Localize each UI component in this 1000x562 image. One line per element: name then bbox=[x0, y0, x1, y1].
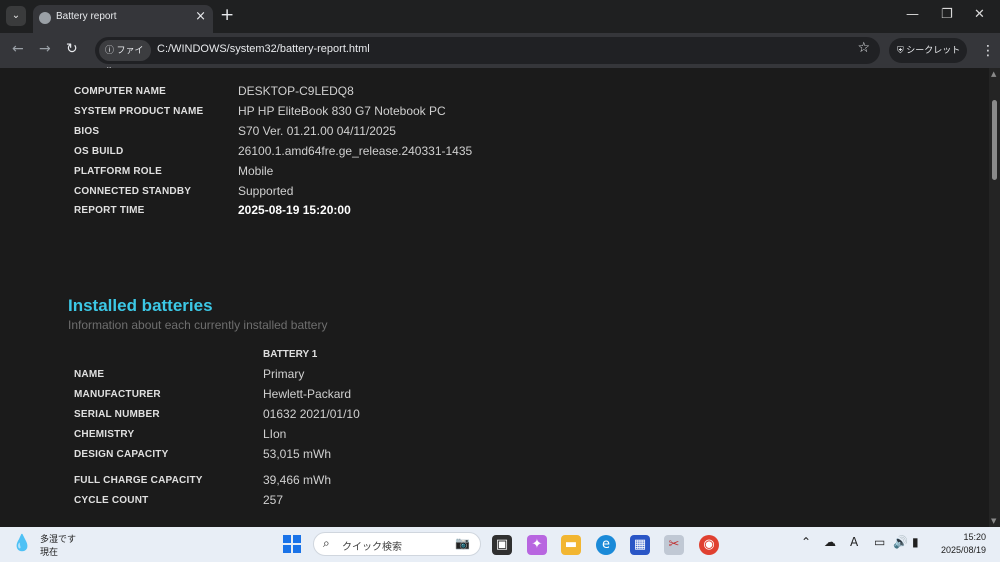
row-label: FULL CHARGE CAPACITY bbox=[74, 475, 203, 486]
row-label: NAME bbox=[74, 369, 105, 380]
clock-time[interactable]: 15:20 bbox=[963, 532, 986, 542]
minimize-button[interactable]: — bbox=[906, 7, 919, 22]
battery-icon[interactable]: ▮ bbox=[912, 535, 919, 549]
incognito-label: シークレット bbox=[906, 45, 961, 55]
scroll-up-icon[interactable]: ▲ bbox=[991, 70, 996, 78]
site-info-chip[interactable]: ⓘ ファイル bbox=[99, 40, 151, 76]
search-icon: ⌕ bbox=[323, 536, 330, 550]
row-value: 39,466 mWh bbox=[263, 473, 332, 487]
report-time-value: 2025-08-19 15:20:00 bbox=[238, 203, 351, 217]
scroll-down-icon[interactable]: ▼ bbox=[991, 517, 996, 525]
row-value: Hewlett-Packard bbox=[263, 387, 352, 401]
tab-title: Battery report bbox=[56, 11, 117, 22]
edge-browser-icon[interactable]: e bbox=[596, 535, 616, 555]
report-content: COMPUTER NAME DESKTOP-C9LEDQ8 SYSTEM PRO… bbox=[0, 68, 989, 527]
column-header: BATTERY 1 bbox=[263, 349, 318, 360]
copilot-icon[interactable]: ✦ bbox=[527, 535, 547, 555]
search-placeholder: クイック検索 bbox=[342, 542, 402, 553]
row-value: Mobile bbox=[238, 164, 274, 178]
close-icon[interactable]: × bbox=[195, 9, 206, 24]
row-label: BIOS bbox=[74, 126, 100, 137]
row-value: 01632 2021/01/10 bbox=[263, 407, 360, 421]
row-label: CHEMISTRY bbox=[74, 429, 135, 440]
clock-date[interactable]: 2025/08/19 bbox=[941, 545, 986, 555]
task-view-icon[interactable]: ▣ bbox=[492, 535, 512, 555]
row-label: PLATFORM ROLE bbox=[74, 166, 162, 177]
more-menu-icon[interactable]: ⋮ bbox=[981, 43, 995, 59]
speaker-icon[interactable]: 🔊 bbox=[893, 535, 908, 549]
row-value: S70 Ver. 01.21.00 04/11/2025 bbox=[238, 124, 396, 138]
row-value: HP HP EliteBook 830 G7 Notebook PC bbox=[238, 104, 446, 118]
store-icon[interactable]: ▦ bbox=[630, 535, 650, 555]
windows-start-icon[interactable] bbox=[283, 535, 301, 553]
row-label: REPORT TIME bbox=[74, 205, 145, 216]
row-value: 53,015 mWh bbox=[263, 447, 332, 461]
reload-icon[interactable]: ↻ bbox=[66, 41, 78, 57]
row-label: CONNECTED STANDBY bbox=[74, 186, 192, 197]
cloud-sync-icon[interactable]: ☁ bbox=[824, 535, 836, 549]
row-value: Supported bbox=[238, 184, 294, 198]
row-value: 26100.1.amd64fre.ge_release.240331-1435 bbox=[238, 144, 473, 158]
row-label: OS BUILD bbox=[74, 146, 124, 157]
row-label: SERIAL NUMBER bbox=[74, 409, 160, 420]
back-arrow-icon[interactable]: ← bbox=[12, 41, 24, 57]
forward-arrow-icon[interactable]: → bbox=[39, 41, 51, 57]
new-tab-button[interactable]: + bbox=[220, 5, 234, 25]
ime-mode-icon[interactable]: A bbox=[850, 535, 858, 549]
weather-subtext[interactable]: 現在 bbox=[40, 545, 58, 558]
tab-battery-report[interactable]: Battery report × bbox=[33, 5, 213, 33]
row-label: MANUFACTURER bbox=[74, 389, 161, 400]
row-label: DESIGN CAPACITY bbox=[74, 449, 169, 460]
row-label: CYCLE COUNT bbox=[74, 495, 149, 506]
tab-bar: ⌄ Battery report × + — ❐ ✕ bbox=[0, 0, 1000, 33]
display-icon[interactable]: ▭ bbox=[874, 535, 885, 549]
camera-icon[interactable]: 📷 bbox=[455, 536, 470, 550]
window-close-button[interactable]: ✕ bbox=[974, 7, 985, 22]
section-title: Installed batteries bbox=[68, 296, 213, 315]
row-value: LIon bbox=[263, 427, 287, 441]
weather-condition[interactable]: 多湿です bbox=[40, 532, 76, 545]
bookmark-star-icon[interactable]: ☆ bbox=[857, 40, 870, 56]
rain-drops-icon[interactable]: 💧 bbox=[12, 533, 32, 552]
scrollbar-thumb[interactable] bbox=[992, 100, 997, 180]
snipping-tool-icon[interactable]: ✂ bbox=[664, 535, 684, 555]
restore-button[interactable]: ❐ bbox=[941, 7, 953, 22]
browser-toolbar: ← → ↻ ⓘ ファイル C:/WINDOWS/system32/battery… bbox=[0, 33, 1000, 76]
section-subtitle: Information about each currently install… bbox=[68, 318, 328, 332]
url-text[interactable]: C:/WINDOWS/system32/battery-report.html bbox=[157, 43, 370, 55]
chrome-icon[interactable]: ◉ bbox=[699, 535, 719, 555]
tab-search-button[interactable]: ⌄ bbox=[6, 6, 26, 26]
row-value: 257 bbox=[263, 493, 284, 507]
row-value: DESKTOP-C9LEDQ8 bbox=[238, 84, 354, 98]
row-value: Primary bbox=[263, 367, 305, 381]
vertical-scrollbar[interactable]: ▲ ▼ bbox=[989, 68, 1000, 527]
row-label: COMPUTER NAME bbox=[74, 86, 167, 97]
row-label: SYSTEM PRODUCT NAME bbox=[74, 106, 204, 117]
windows-taskbar: 💧 多湿です 現在 ⌕ クイック検索 📷 ▣ ✦ ▬ e ▦ ✂ ◉ ⌃ ☁ A… bbox=[0, 527, 1000, 562]
file-explorer-icon[interactable]: ▬ bbox=[561, 535, 581, 555]
incognito-badge[interactable]: ⛨ シークレット bbox=[889, 38, 967, 63]
address-bar[interactable]: ⓘ ファイル C:/WINDOWS/system32/battery-repor… bbox=[95, 37, 880, 76]
globe-icon bbox=[39, 12, 51, 24]
taskbar-search-box[interactable]: ⌕ クイック検索 📷 bbox=[313, 532, 481, 556]
chevron-up-icon[interactable]: ⌃ bbox=[801, 535, 811, 549]
